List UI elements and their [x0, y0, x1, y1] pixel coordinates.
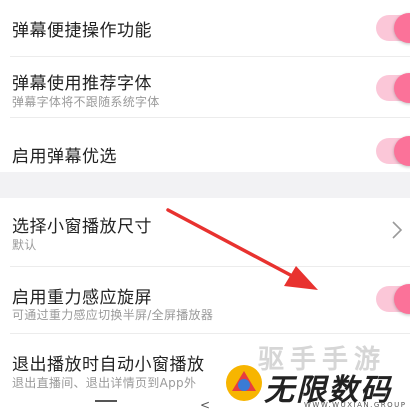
- chevron-right-icon: [392, 221, 403, 239]
- setting-subtitle: 默认: [12, 238, 37, 252]
- setting-row-danmaku-quick-ops[interactable]: 弹幕便捷操作功能: [0, 0, 410, 56]
- setting-subtitle: 可通过重力感应切换半屏/全屏播放器: [12, 308, 214, 322]
- setting-row-danmaku-recommended-font[interactable]: 弹幕使用推荐字体 弹幕字体将不跟随系统字体: [0, 57, 410, 117]
- watermark-logo-icon: [226, 365, 262, 401]
- setting-title: 选择小窗播放尺寸: [12, 217, 152, 237]
- setting-title: 弹幕使用推荐字体: [12, 74, 152, 94]
- toggle-knob: [394, 284, 410, 314]
- danmaku-preferred-toggle[interactable]: [376, 136, 410, 166]
- gravity-rotate-toggle[interactable]: [376, 284, 410, 314]
- danmaku-quick-ops-toggle[interactable]: [376, 13, 410, 43]
- setting-row-mini-window-size[interactable]: 选择小窗播放尺寸 默认: [0, 198, 410, 266]
- setting-title: 启用重力感应旋屏: [12, 288, 152, 308]
- setting-title: 退出播放时自动小窗播放: [12, 355, 205, 375]
- toggle-knob: [394, 13, 410, 43]
- back-icon[interactable]: <: [200, 398, 210, 411]
- menu-icon[interactable]: [95, 400, 117, 402]
- system-nav-bar: <: [0, 398, 410, 411]
- setting-title: 弹幕便捷操作功能: [12, 21, 152, 41]
- setting-subtitle: 退出直播间、退出详情页到App外: [12, 376, 197, 390]
- danmaku-recommended-font-toggle[interactable]: [376, 73, 410, 103]
- toggle-knob: [394, 73, 410, 103]
- setting-title: 启用弹幕优选: [12, 147, 117, 167]
- setting-row-gravity-rotate[interactable]: 启用重力感应旋屏 可通过重力感应切换半屏/全屏播放器: [0, 267, 410, 333]
- setting-subtitle: 弹幕字体将不跟随系统字体: [12, 95, 160, 109]
- setting-row-danmaku-preferred[interactable]: 启用弹幕优选: [0, 118, 410, 172]
- section-gap: [0, 172, 410, 198]
- toggle-knob: [394, 136, 410, 166]
